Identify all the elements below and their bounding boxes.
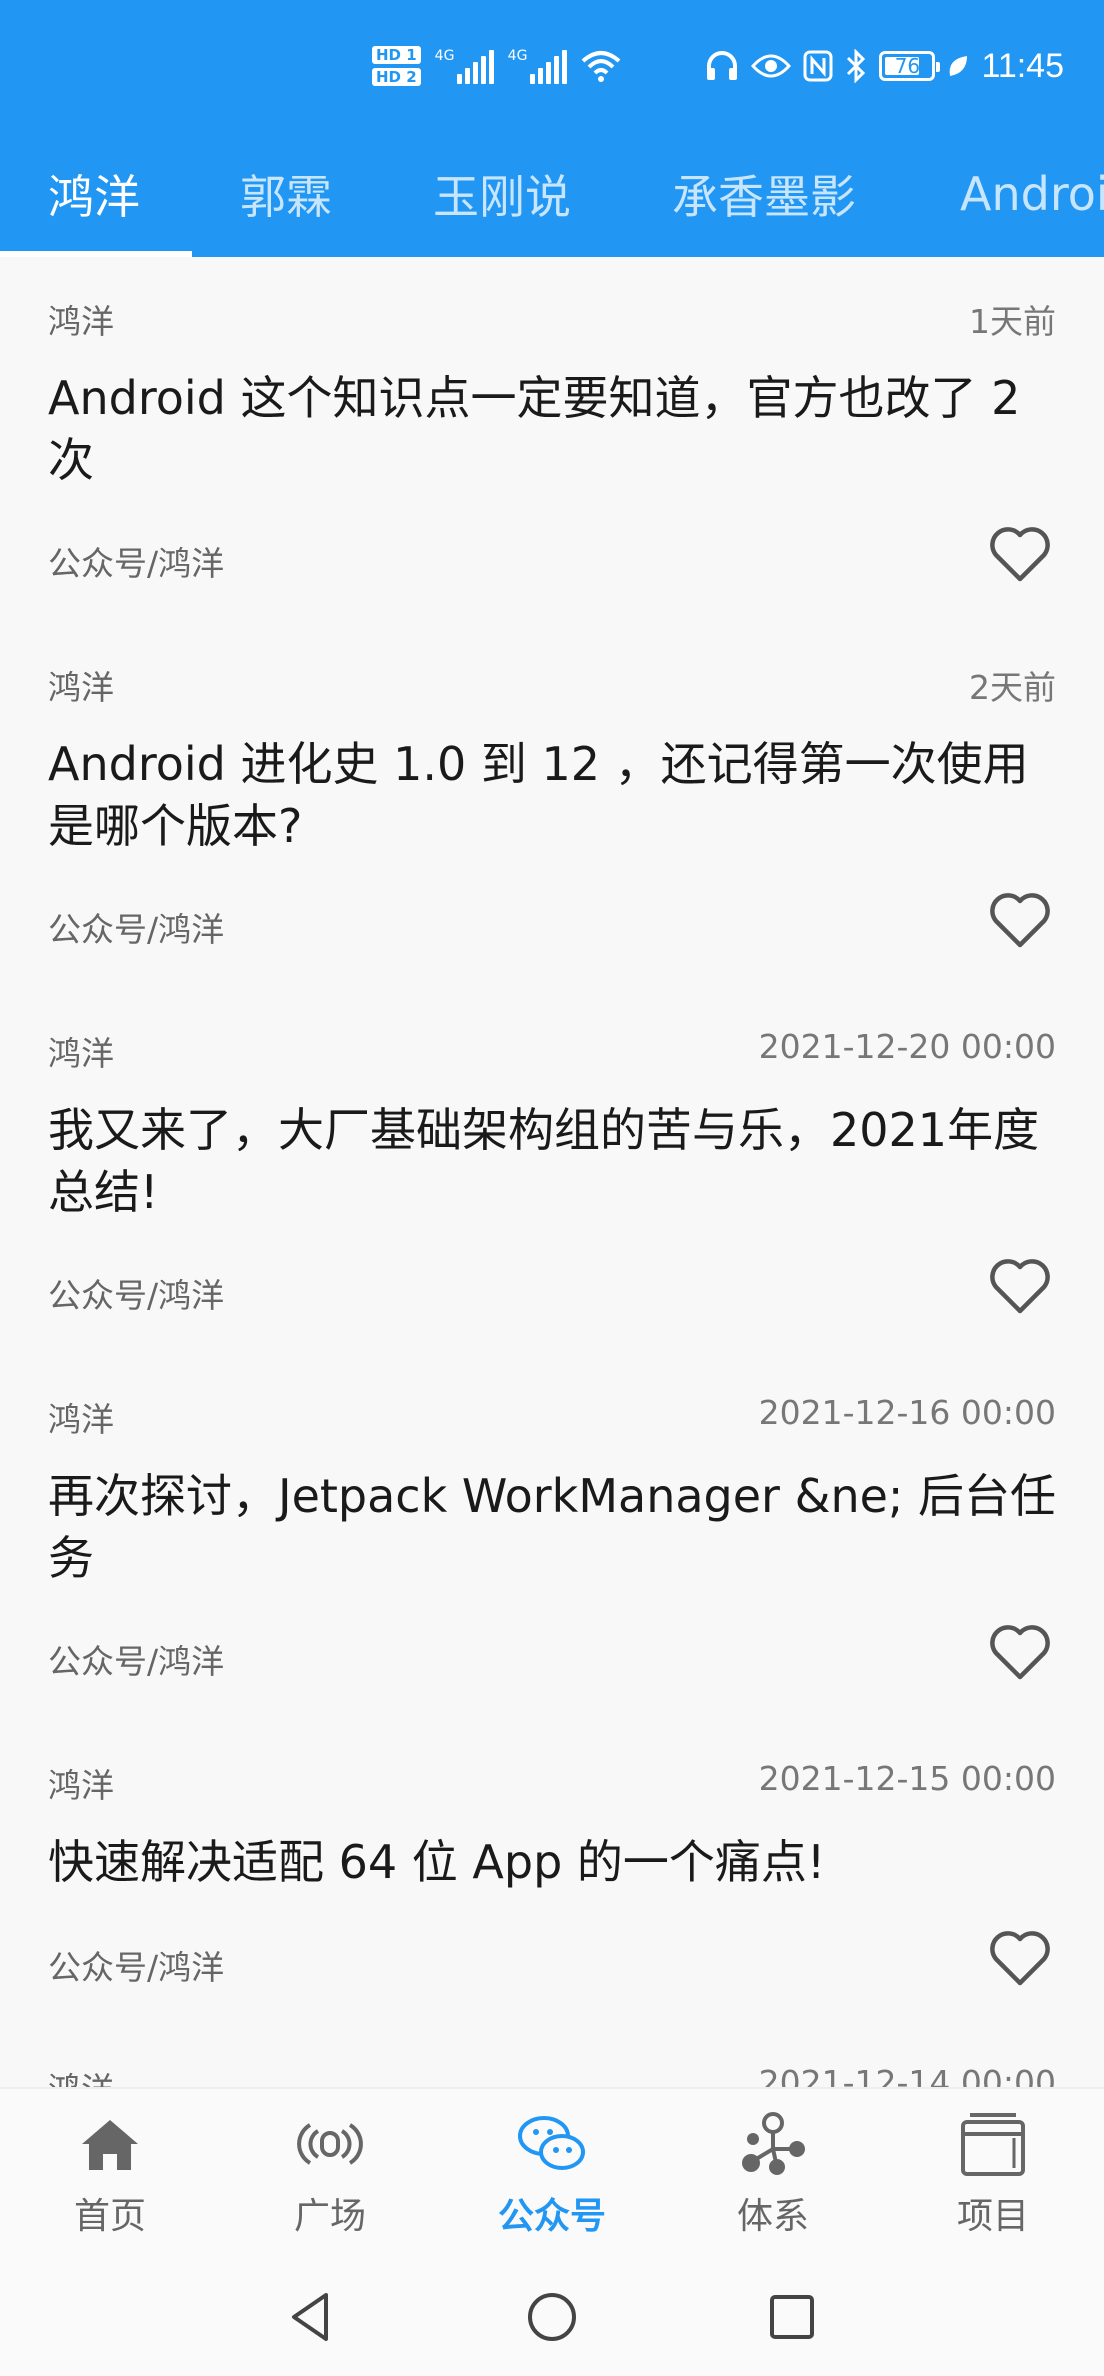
back-icon[interactable] [282, 2287, 342, 2347]
status-left: HD 1 HD 2 4G 4G [372, 36, 621, 96]
article-title[interactable]: 我又来了，大厂基础架构组的苦与乐，2021年度总结! [48, 1099, 1058, 1223]
sim1-label: HD 1 [372, 46, 421, 64]
article-chapter: 公众号/鸿洋 [48, 1948, 225, 1987]
nav-wechat-accounts[interactable]: 公众号 [472, 2089, 632, 2259]
signal-1-icon: 4G [435, 48, 494, 84]
favorite-heart-icon[interactable] [988, 1257, 1052, 1315]
tab-chengxiangmoying[interactable]: 承香墨影 [672, 130, 856, 257]
author-tabs: 鸿洋 郭霖 玉刚说 承香墨影 Android [0, 130, 1104, 257]
net1-label: 4G [434, 48, 455, 64]
article-date: 1天前 [969, 302, 1056, 341]
nfc-icon [803, 50, 833, 82]
article-chapter: 公众号/鸿洋 [48, 1276, 225, 1315]
article-date: 2021-12-15 00:00 [758, 1759, 1056, 1798]
article-author: 鸿洋 [48, 2063, 114, 2087]
signal-2-icon: 4G [508, 48, 567, 84]
bluetooth-icon [847, 49, 866, 83]
article-date: 2021-12-16 00:00 [758, 1393, 1056, 1432]
article-author: 鸿洋 [48, 668, 114, 707]
tab-guolin[interactable]: 郭霖 [240, 130, 332, 257]
leaf-icon [950, 56, 968, 76]
tab-android[interactable]: Android [960, 130, 1104, 257]
article-item[interactable]: 鸿洋 1天前 Android 这个知识点一定要知道，官方也改了 2 次 公众号/… [0, 257, 1104, 623]
article-chapter: 公众号/鸿洋 [48, 544, 225, 583]
article-title[interactable]: Android 进化史 1.0 到 12 ，还记得第一次使用是哪个版本? [48, 733, 1058, 857]
article-item[interactable]: 鸿洋 2021-12-14 00:00 [0, 2025, 1104, 2087]
bottom-navigation: 首页 广场 公众号 体系 项目 [0, 2087, 1104, 2257]
nav-home[interactable]: 首页 [30, 2089, 190, 2259]
battery-icon: 76 [879, 51, 941, 81]
nav-square[interactable]: 广场 [250, 2089, 410, 2259]
article-chapter: 公众号/鸿洋 [48, 1642, 225, 1681]
article-chapter: 公众号/鸿洋 [48, 910, 225, 949]
battery-level: 76 [894, 54, 921, 78]
favorite-heart-icon[interactable] [988, 891, 1052, 949]
nav-projects-label: 项目 [956, 2196, 1029, 2237]
article-date: 2天前 [969, 668, 1056, 707]
favorite-heart-icon[interactable] [988, 1623, 1052, 1681]
nav-home-label: 首页 [73, 2196, 146, 2237]
article-date: 2021-12-14 00:00 [758, 2063, 1056, 2087]
article-title[interactable]: 快速解决适配 64 位 App 的一个痛点! [48, 1831, 1058, 1893]
favorite-heart-icon[interactable] [988, 525, 1052, 583]
nav-square-label: 广场 [293, 2196, 366, 2237]
article-author: 鸿洋 [48, 302, 114, 341]
tab-hongyang[interactable]: 鸿洋 [48, 130, 140, 257]
nav-projects[interactable]: 项目 [913, 2089, 1073, 2259]
home-circle-icon[interactable] [522, 2287, 582, 2347]
wechat-icon [518, 2116, 585, 2170]
wifi-icon [581, 51, 620, 82]
favorite-heart-icon[interactable] [988, 1929, 1052, 1987]
home-icon [82, 2120, 138, 2170]
sim2-label: HD 2 [372, 68, 421, 86]
status-bar: HD 1 HD 2 4G 4G 76 11:45 [0, 0, 1104, 130]
article-title[interactable]: Android 这个知识点一定要知道，官方也改了 2 次 [48, 367, 1058, 491]
tab-yugangshuo[interactable]: 玉刚说 [433, 130, 571, 257]
nav-system-label: 体系 [736, 2196, 809, 2237]
headphones-icon [707, 51, 738, 80]
article-author: 鸿洋 [48, 1400, 114, 1439]
article-date: 2021-12-20 00:00 [758, 1027, 1056, 1066]
sim-indicators: HD 1 HD 2 [372, 46, 421, 86]
net2-label: 4G [507, 48, 528, 64]
eye-icon [751, 54, 792, 78]
recents-square-icon[interactable] [762, 2287, 822, 2347]
app-header: HD 1 HD 2 4G 4G 76 11:45 鸿洋 郭霖 玉刚说 承香墨影 … [0, 0, 1104, 257]
clock: 11:45 [981, 46, 1064, 85]
broadcast-icon [297, 2123, 363, 2165]
article-item[interactable]: 鸿洋 2天前 Android 进化史 1.0 到 12 ，还记得第一次使用是哪个… [0, 623, 1104, 989]
tree-structure-icon [742, 2112, 805, 2175]
article-item[interactable]: 鸿洋 2021-12-20 00:00 我又来了，大厂基础架构组的苦与乐，202… [0, 989, 1104, 1355]
status-right: 76 11:45 [705, 36, 1064, 96]
system-navigation-bar [0, 2257, 1104, 2376]
article-author: 鸿洋 [48, 1034, 114, 1073]
window-stack-icon [961, 2113, 1025, 2176]
nav-system[interactable]: 体系 [693, 2089, 853, 2259]
article-item[interactable]: 鸿洋 2021-12-16 00:00 再次探讨，Jetpack WorkMan… [0, 1355, 1104, 1721]
article-author: 鸿洋 [48, 1766, 114, 1805]
article-title[interactable]: 再次探讨，Jetpack WorkManager &ne; 后台任务 [48, 1465, 1058, 1589]
article-list[interactable]: 鸿洋 1天前 Android 这个知识点一定要知道，官方也改了 2 次 公众号/… [0, 257, 1104, 2087]
nav-wechat-accounts-label: 公众号 [497, 2196, 606, 2237]
